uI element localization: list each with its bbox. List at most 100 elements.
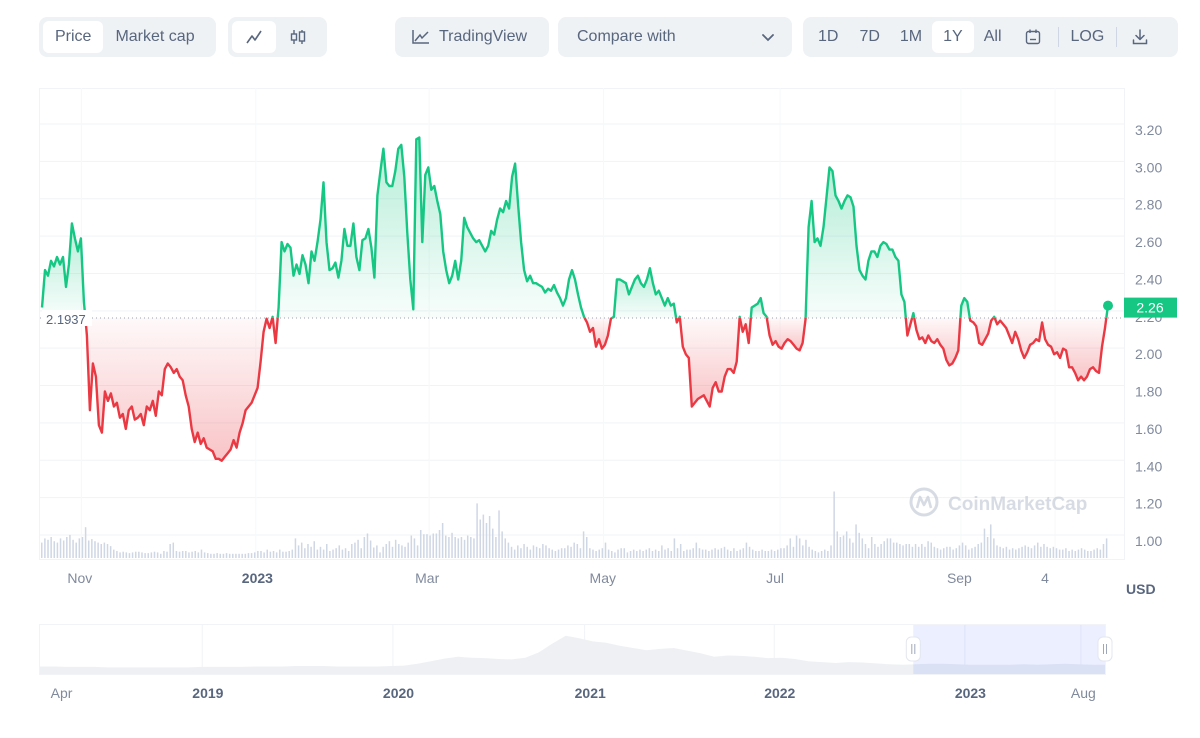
volume-bar <box>933 546 936 558</box>
volume-bar <box>244 553 247 558</box>
volume-bar <box>366 533 369 558</box>
volume-bar <box>485 523 488 558</box>
volume-bar <box>823 549 826 558</box>
volume-bar <box>228 553 231 558</box>
volume-bar <box>889 538 892 558</box>
y-tick-label: 3.00 <box>1135 159 1162 175</box>
volume-bar <box>657 551 660 558</box>
volume-bar <box>983 528 986 558</box>
volume-bar <box>307 544 309 558</box>
volume-bar <box>247 553 250 558</box>
volume-bar <box>297 545 300 558</box>
volume-bar <box>197 552 200 558</box>
volume-bar <box>595 551 597 558</box>
volume-bar <box>545 545 547 558</box>
volume-bar <box>582 531 585 558</box>
volume-bar <box>961 542 964 558</box>
volume-bar <box>523 544 525 558</box>
volume-bar <box>626 552 629 558</box>
volume-bar <box>62 540 65 558</box>
x-tick-label: 2023 <box>242 570 273 586</box>
volume-bar <box>241 553 243 558</box>
navigator-handle-left[interactable] <box>905 636 921 662</box>
x-axis: Nov 2023 Mar May Jul Sep 4 <box>67 570 1049 586</box>
volume-bar <box>163 551 165 558</box>
volume-bar <box>642 551 644 558</box>
volume-bar <box>1096 548 1098 558</box>
volume-bar <box>81 537 84 558</box>
volume-bar <box>614 552 616 558</box>
volume-bar <box>279 549 281 558</box>
navigator-tick-label: Aug <box>1071 685 1096 701</box>
volume-bar <box>488 516 491 558</box>
volume-bar <box>432 533 434 558</box>
volume-bar <box>479 519 481 558</box>
volume-bar <box>501 531 503 558</box>
volume-bar <box>689 549 691 558</box>
volume-bar <box>517 545 519 558</box>
volume-bar <box>41 542 43 558</box>
volume-bar <box>441 523 444 558</box>
volume-bar <box>47 539 49 558</box>
volume-bar <box>222 553 225 558</box>
volume-bar <box>714 548 716 558</box>
navigator-handle-right[interactable] <box>1097 636 1113 662</box>
volume-bar <box>767 551 770 558</box>
y-tick-label: 1.00 <box>1135 533 1162 549</box>
volume-bar <box>66 537 68 558</box>
volume-bar <box>1040 546 1042 558</box>
volume-bar <box>620 548 622 558</box>
volume-bar <box>802 545 804 558</box>
range-navigator[interactable]: Apr 2019 2020 2021 2022 2023 Aug <box>0 618 1200 718</box>
y-tick-label: 2.40 <box>1135 271 1162 287</box>
volume-bar <box>955 548 958 558</box>
volume-bar <box>676 548 679 558</box>
volume-bar <box>69 534 71 558</box>
volume-bar <box>194 551 196 558</box>
volume-bar <box>733 548 735 558</box>
volume-bar <box>91 539 93 558</box>
price-line-up <box>910 311 916 319</box>
volume-bar <box>579 548 582 558</box>
volume-bar <box>1105 538 1108 558</box>
volume-bar <box>654 549 657 558</box>
volume-bar <box>401 545 403 558</box>
volume-bar <box>798 538 801 558</box>
y-tick-label: 3.20 <box>1135 122 1162 138</box>
volume-bar <box>109 546 112 558</box>
volume-bar <box>1062 549 1064 558</box>
volume-bar <box>726 549 729 558</box>
volume-bar <box>338 545 341 558</box>
volume-bar <box>181 551 184 558</box>
volume-bar <box>833 491 835 558</box>
volume-bar <box>134 551 137 558</box>
price-chart[interactable]: CoinMarketCap 2.1937 3.20 3.00 2.80 2.60 2.4… <box>0 0 1200 620</box>
y-tick-label: 2.60 <box>1135 234 1162 250</box>
volume-bar <box>510 546 513 558</box>
navigator-selection[interactable] <box>913 625 1105 674</box>
volume-bar <box>175 551 178 558</box>
volume-bar <box>535 546 538 558</box>
volume-bar <box>883 541 885 558</box>
volume-bar <box>645 549 647 558</box>
volume-bar <box>592 549 594 558</box>
volume-bar <box>470 537 472 558</box>
volume-bar <box>1011 548 1014 558</box>
volume-bar <box>911 546 914 558</box>
coinmarketcap-logo-icon <box>915 495 933 509</box>
volume-bar <box>777 549 779 558</box>
volume-bar <box>272 551 275 558</box>
volume-bar <box>836 531 839 558</box>
volume-bar <box>316 549 319 558</box>
volume-bar <box>288 551 290 558</box>
volume-bar <box>986 537 989 558</box>
volume-bar <box>874 544 876 558</box>
volume-bar <box>770 549 773 558</box>
volume-bar <box>623 548 626 558</box>
volume-bar <box>780 548 782 558</box>
volume-bar <box>106 544 109 558</box>
price-area-up <box>612 268 677 318</box>
volume-bar <box>864 544 867 558</box>
volume-bar <box>310 546 312 558</box>
volume-bar <box>968 549 970 558</box>
